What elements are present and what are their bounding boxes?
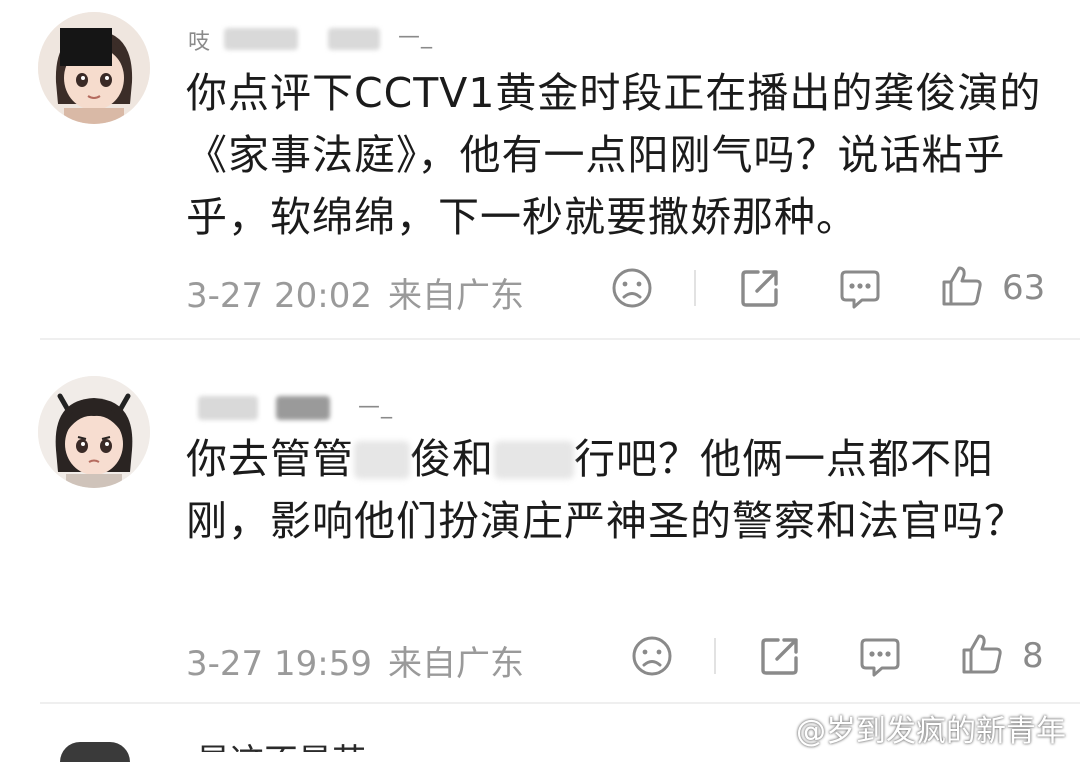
- comment-text-part: 你去管管: [186, 435, 354, 483]
- username-fragment: 吱: [188, 30, 212, 55]
- comment-meta: 3-27 19:59 来自广东: [186, 636, 524, 685]
- username-suffix: —_: [358, 394, 393, 419]
- username[interactable]: 吱 —_: [188, 24, 488, 55]
- weibo-logo-icon: [735, 710, 776, 741]
- redacted-name: [494, 441, 574, 479]
- username-suffix: —_: [398, 24, 433, 49]
- comment-icon: [860, 638, 900, 677]
- comment-text: 你点评下CCTV1黄金时段正在播出的龚俊演的《家事法庭》，他有一点阳刚气吗？说话…: [186, 69, 1042, 241]
- redacted-name: [354, 441, 410, 479]
- comment-text: 你去管管 俊和 行吧？他俩一点都不阳刚，影响他们扮演庄严神圣的警察和法官吗？: [186, 428, 1056, 552]
- divider: [694, 270, 696, 306]
- redacted-username: [328, 28, 380, 50]
- redacted-username: [198, 396, 258, 420]
- like-button[interactable]: [940, 264, 984, 308]
- comment-text-part: 俊和: [410, 435, 494, 483]
- dislike-button[interactable]: [610, 266, 654, 310]
- redacted-username: [224, 28, 298, 50]
- share-icon: [761, 638, 798, 675]
- redacted-username: [276, 396, 330, 420]
- username[interactable]: 星这不是苏: [196, 734, 366, 752]
- location: 来自广东: [387, 644, 524, 684]
- comment-divider: [40, 702, 1080, 704]
- avatar[interactable]: [60, 742, 130, 762]
- cartoon-girl-avatar-icon: [38, 12, 150, 124]
- timestamp: 3-27 19:59: [186, 644, 372, 684]
- avatar[interactable]: [38, 376, 150, 488]
- share-icon: [741, 270, 778, 307]
- cartoon-girl-avatar-icon: [38, 376, 150, 488]
- thumbs-up-icon: [942, 266, 982, 306]
- comment-meta: 3-27 20:02 来自广东: [186, 268, 524, 317]
- comment-item: —_ 你去管管 俊和 行吧？他俩一点都不阳刚，影响他们扮演庄严神圣的警察和法官吗？ …: [0, 340, 1080, 700]
- thumbs-up-icon: [962, 634, 1002, 674]
- like-count: 8: [1022, 636, 1044, 676]
- dislike-button[interactable]: [630, 634, 674, 678]
- share-button[interactable]: [738, 266, 782, 310]
- comment-item: 吱 —_ 你点评下CCTV1黄金时段正在播出的龚俊演的《家事法庭》，他有一点阳刚…: [0, 0, 1080, 340]
- sad-face-icon: [632, 636, 672, 676]
- sad-face-icon: [612, 268, 652, 308]
- avatar[interactable]: [38, 12, 150, 124]
- timestamp: 3-27 20:02: [186, 276, 372, 316]
- like-count: 63: [1002, 268, 1046, 308]
- comment-icon: [840, 270, 880, 309]
- like-button[interactable]: [960, 632, 1004, 676]
- reply-button[interactable]: [858, 634, 902, 678]
- watermark: @岁到发疯的新青年: [796, 714, 1066, 749]
- divider: [714, 638, 716, 674]
- share-button[interactable]: [758, 634, 802, 678]
- location: 来自广东: [387, 276, 524, 316]
- reply-button[interactable]: [838, 266, 882, 310]
- username[interactable]: —_: [188, 392, 488, 422]
